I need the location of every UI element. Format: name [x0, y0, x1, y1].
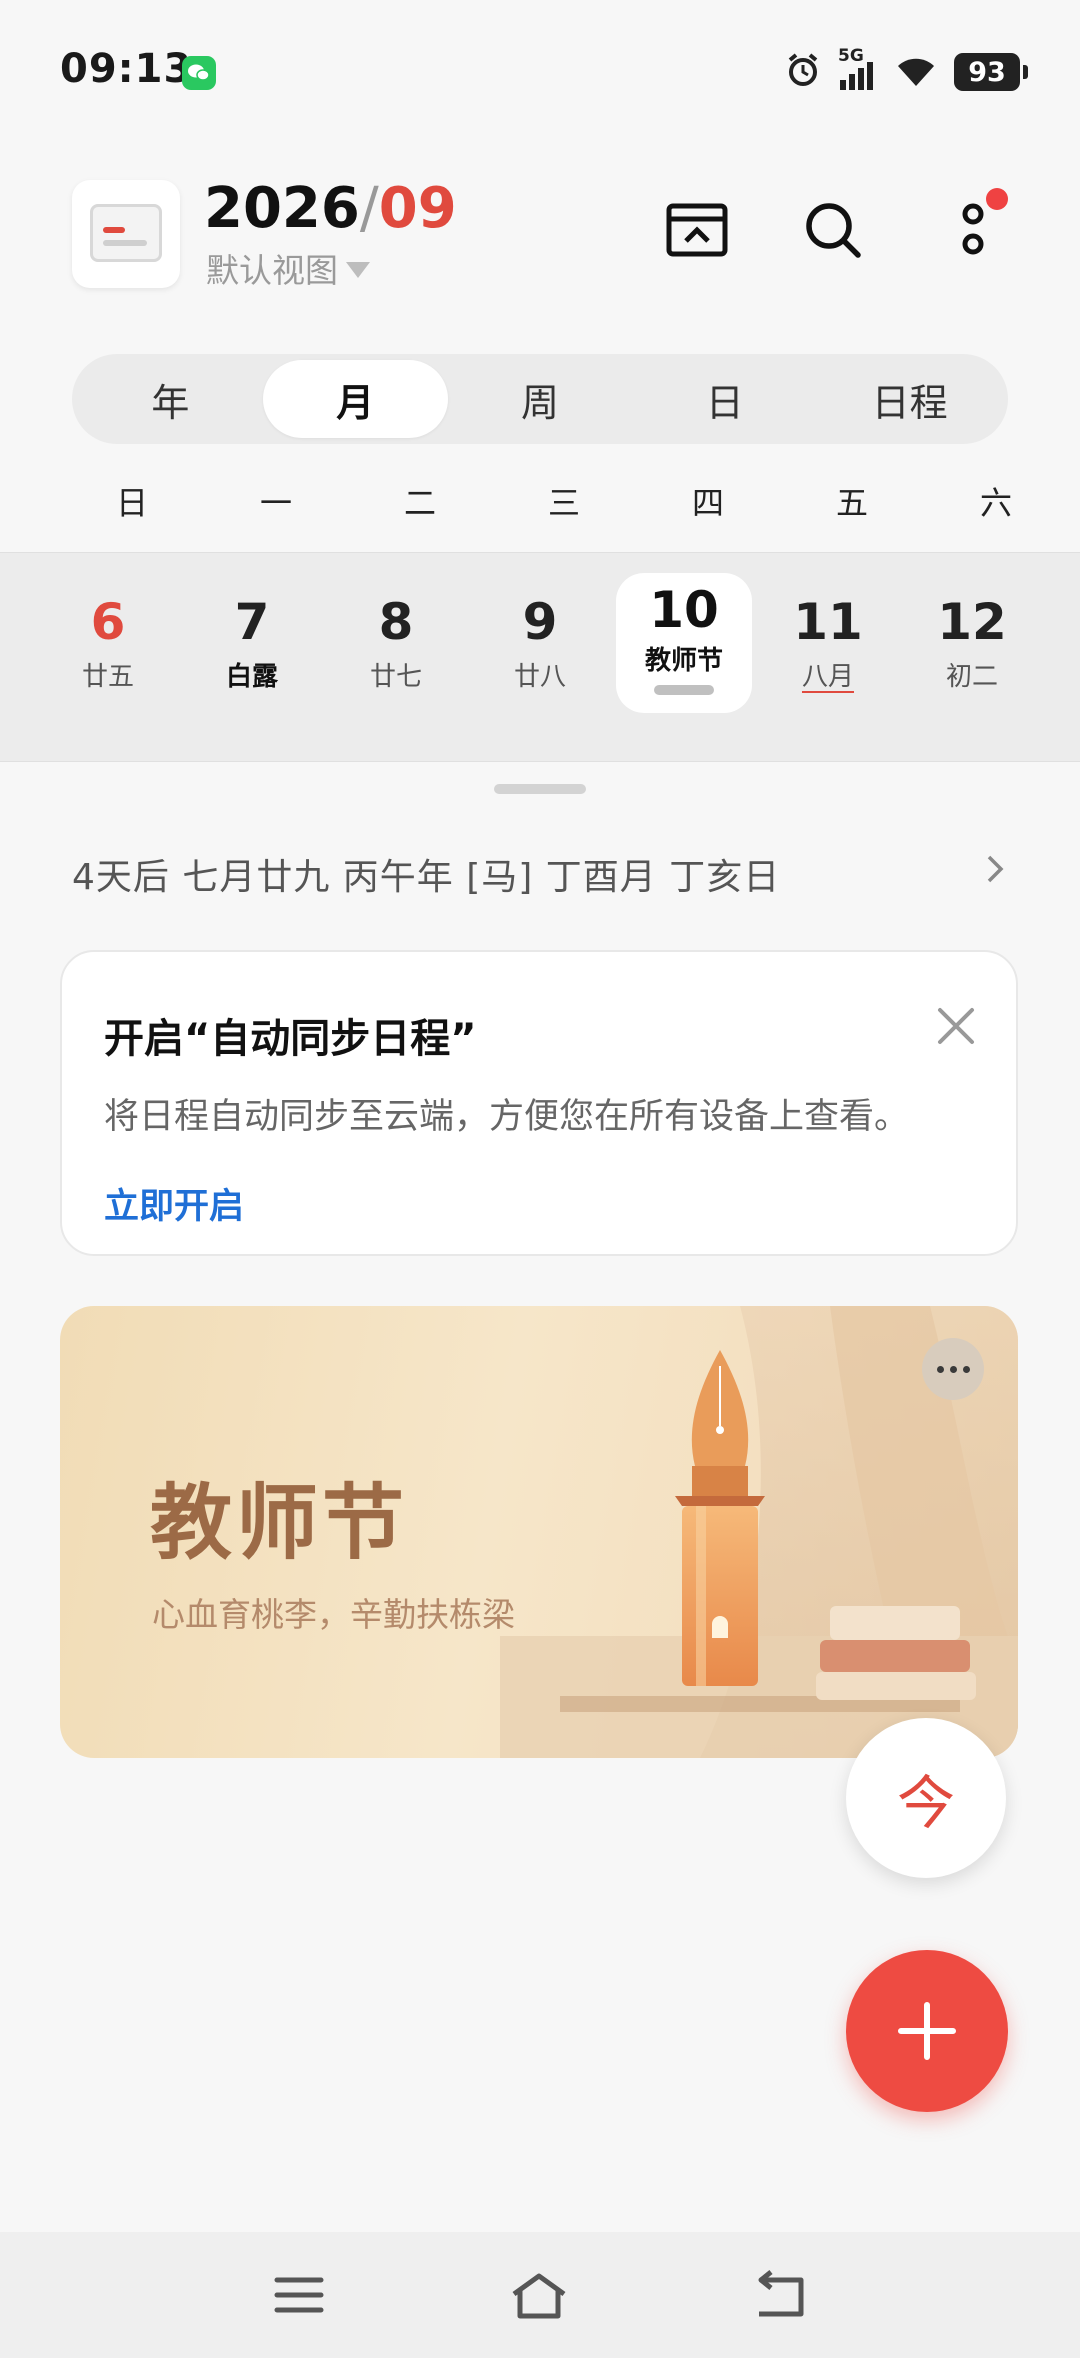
day-cell-today[interactable]: 10 教师节	[616, 573, 752, 713]
sync-title: 开启“自动同步日程”	[104, 1016, 477, 1062]
day-number: 7	[234, 593, 270, 651]
close-icon[interactable]	[934, 1004, 978, 1048]
festival-banner[interactable]: 教师节 心血育桃李，辛勤扶栋梁	[60, 1306, 1018, 1758]
lunar-date: 廿五	[81, 662, 134, 692]
view-name: 默认视图	[206, 251, 338, 290]
year-label: 2026	[204, 176, 360, 241]
wifi-icon	[894, 52, 938, 92]
view-tabs: 年 月 周 日 日程	[72, 354, 1008, 444]
lunar-date: 廿七	[369, 662, 422, 692]
search-icon	[806, 203, 861, 258]
status-bar: 09:13 5G 93	[0, 0, 1080, 140]
event-indicator	[654, 685, 714, 695]
wechat-icon	[182, 56, 216, 90]
day-number: 8	[378, 593, 414, 651]
banner-subtitle: 心血育桃李，辛勤扶栋梁	[152, 1595, 515, 1634]
day-number: 6	[90, 593, 126, 651]
tab-agenda[interactable]: 日程	[817, 360, 1002, 438]
lunar-info[interactable]: 4天后 七月廿九 丙午年 [马] 丁酉月 丁亥日	[72, 848, 780, 900]
inbox-icon	[666, 203, 728, 257]
alarm-icon	[784, 51, 822, 93]
weekday-label: 三	[547, 484, 580, 522]
year-month-title[interactable]: 2026/09	[204, 176, 457, 241]
tab-day[interactable]: 日	[632, 360, 817, 438]
weekday-label: 一	[259, 484, 292, 522]
sync-card: 开启“自动同步日程” 将日程自动同步至云端，方便您在所有设备上查看。 立即开启	[60, 950, 1018, 1256]
more-icon	[962, 203, 984, 255]
month-label: 09	[378, 176, 457, 241]
day-cell[interactable]: 7 白露	[184, 573, 320, 721]
week-strip: 6 廿五 7 白露 8 廿七 9 廿八 10 教师节 11 八月 12 初二	[0, 552, 1080, 762]
day-number: 11	[793, 593, 863, 651]
weekday-label: 五	[835, 484, 868, 522]
tab-month[interactable]: 月	[262, 360, 448, 438]
plus-icon	[898, 2002, 956, 2060]
dot-icon	[949, 1365, 957, 1373]
day-cell[interactable]: 9 廿八	[472, 573, 608, 721]
enable-sync-link[interactable]: 立即开启	[104, 1178, 244, 1229]
day-cell[interactable]: 11 八月	[760, 573, 896, 721]
menu-button[interactable]	[266, 2262, 332, 2328]
signal-icon: 5G	[838, 46, 878, 92]
inbox-button[interactable]	[662, 195, 732, 265]
notification-dot	[986, 188, 1008, 210]
day-number: 10	[649, 581, 719, 639]
status-right: 5G 93	[784, 46, 1028, 94]
weekday-label: 四	[691, 484, 724, 522]
weekday-label: 六	[979, 484, 1012, 522]
day-cell[interactable]: 6 廿五	[40, 573, 176, 721]
lunar-date: 白露	[225, 662, 278, 692]
sync-description: 将日程自动同步至云端，方便您在所有设备上查看。	[104, 1097, 910, 1137]
more-options-button[interactable]	[922, 1338, 984, 1400]
back-button[interactable]	[746, 2262, 812, 2328]
drag-handle[interactable]	[494, 784, 586, 794]
tab-week[interactable]: 周	[448, 360, 633, 438]
day-cell[interactable]: 12 初二	[904, 573, 1040, 721]
chevron-right-icon[interactable]	[982, 852, 1008, 890]
dropdown-triangle-icon	[346, 262, 370, 278]
view-switcher[interactable]: 默认视图	[206, 244, 370, 292]
weekday-header: 日 一 二 三 四 五 六	[60, 478, 1080, 524]
dot-icon	[936, 1365, 944, 1373]
separator: /	[359, 176, 379, 241]
back-icon	[758, 2270, 804, 2317]
today-button[interactable]: 今	[846, 1718, 1006, 1878]
search-button[interactable]	[798, 195, 868, 265]
lunar-date: 教师节	[644, 646, 723, 676]
battery-icon: 93	[954, 53, 1028, 91]
lunar-date: 初二	[945, 662, 998, 692]
add-event-button[interactable]	[846, 1950, 1008, 2112]
day-number: 12	[937, 593, 1007, 651]
dot-icon	[962, 1365, 970, 1373]
system-nav-bar	[0, 2232, 1080, 2358]
weekday-label: 日	[115, 484, 148, 522]
weekday-label: 二	[403, 484, 436, 522]
status-time: 09:13	[60, 46, 193, 92]
lunar-date: 八月	[801, 662, 854, 692]
lunar-date: 廿八	[513, 662, 566, 692]
menu-icon	[274, 2277, 324, 2313]
home-button[interactable]	[506, 2262, 572, 2328]
day-cell[interactable]: 8 廿七	[328, 573, 464, 721]
day-number: 9	[522, 593, 558, 651]
app-logo-icon[interactable]	[72, 180, 180, 288]
tab-year[interactable]: 年	[78, 360, 263, 438]
banner-title: 教师节	[150, 1476, 409, 1571]
home-icon	[512, 2273, 566, 2319]
